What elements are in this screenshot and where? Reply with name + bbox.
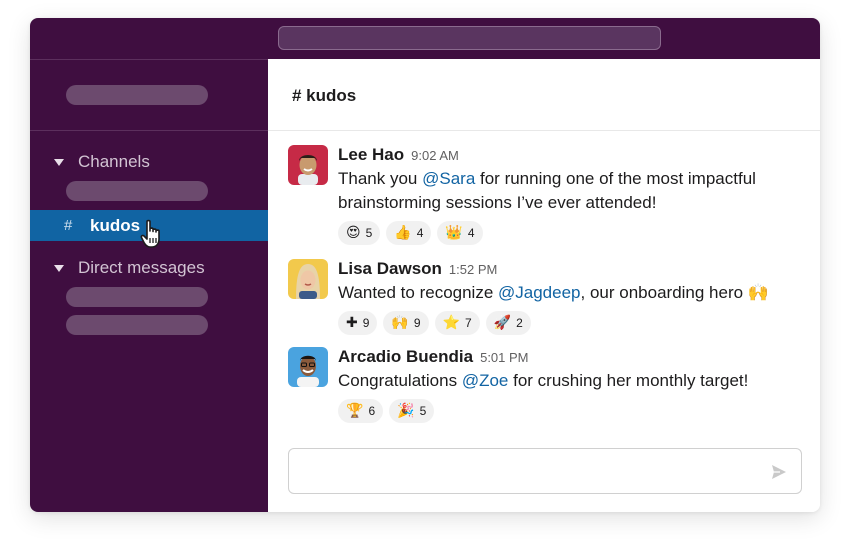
message-author[interactable]: Lisa Dawson [338,259,442,279]
party-popper-emoji-icon: 🎉 [397,403,415,419]
workspace-name-placeholder[interactable] [66,85,208,105]
reaction-pill[interactable]: 🚀 2 [485,311,531,335]
caret-down-icon [54,158,64,166]
send-icon[interactable] [771,464,787,480]
avatar[interactable] [288,145,328,185]
channels-label: Channels [78,152,150,171]
reaction-count: 2 [516,316,523,330]
reaction-count: 5 [365,226,373,240]
reaction-count: 6 [368,404,376,418]
reaction-pill[interactable]: 🏆 6 [338,399,384,423]
heart-eyes-emoji-icon: 😍 [346,225,361,241]
crown-emoji-icon: 👑 [445,225,463,241]
direct-messages-section-toggle[interactable]: Direct messages [54,257,205,279]
message-text: Wanted to recognize @Jagdeep, our onboar… [338,283,769,303]
hash-icon: # [64,217,73,234]
hand-pointer-icon [140,219,160,248]
message-timestamp[interactable]: 9:02 AM [411,148,459,163]
reaction-count: 7 [464,316,472,330]
channel-header: # kudos [268,59,820,131]
reaction-bar: 😍 5 👍 4 👑 4 [338,221,808,245]
plus-emoji-icon: ✚ [346,315,358,331]
message-text: Congratulations @Zoe for crushing her mo… [338,371,749,390]
dm-placeholder[interactable] [66,287,208,307]
reaction-bar: 🏆 6 🎉 5 [338,399,808,423]
trophy-emoji-icon: 🏆 [346,403,364,419]
avatar[interactable] [288,347,328,387]
message-timestamp[interactable]: 1:52 PM [449,262,497,277]
caret-down-icon [54,264,64,272]
dm-placeholder[interactable] [66,315,208,335]
message-pane: # kudos Lee Hao 9:02 AM Thank you @Sara … [268,59,820,512]
search-bar[interactable] [278,26,661,50]
reaction-pill[interactable]: 👑 4 [437,221,483,245]
rocket-emoji-icon: 🚀 [493,315,512,331]
reaction-pill[interactable]: 😍 5 [338,221,381,245]
raised-hands-emoji-icon: 🙌 [391,315,409,331]
reaction-count: 5 [419,404,427,418]
thumbs-up-emoji-icon: 👍 [394,225,412,241]
reaction-count: 4 [467,226,475,240]
raised-hands-emoji-icon: 🙌 [747,283,769,303]
message-author[interactable]: Lee Hao [338,145,404,165]
reaction-pill[interactable]: ⭐ 7 [434,311,480,335]
message-author[interactable]: Arcadio Buendia [338,347,473,367]
reaction-count: 4 [416,226,424,240]
reaction-pill[interactable]: 👍 4 [386,221,432,245]
channel-title[interactable]: # kudos [292,86,356,106]
reaction-pill[interactable]: 🙌 9 [383,311,429,335]
message-composer[interactable] [288,448,802,494]
mention-link[interactable]: @Jagdeep [498,283,581,302]
sidebar-item-label: kudos [90,215,141,235]
mention-link[interactable]: @Sara [422,169,475,188]
avatar[interactable] [288,259,328,299]
reaction-count: 9 [362,316,370,330]
sidebar-divider [30,130,268,131]
star-emoji-icon: ⭐ [442,315,460,331]
app-window: Channels # kudos Direct messages # kudos [30,18,820,512]
mention-link[interactable]: @Zoe [462,371,509,390]
reaction-pill[interactable]: 🎉 5 [389,399,435,423]
top-bar [30,18,820,59]
channel-placeholder[interactable] [66,181,208,201]
direct-messages-label: Direct messages [78,258,205,277]
reaction-pill[interactable]: ✚ 9 [338,311,378,335]
message-timestamp[interactable]: 5:01 PM [480,350,528,365]
reaction-bar: ✚ 9 🙌 9 ⭐ 7 🚀 2 [338,311,808,335]
sidebar: Channels # kudos Direct messages [30,59,268,512]
message-text: Thank you @Sara for running one of the m… [338,169,756,212]
reaction-count: 9 [413,316,421,330]
channels-section-toggle[interactable]: Channels [54,151,150,173]
